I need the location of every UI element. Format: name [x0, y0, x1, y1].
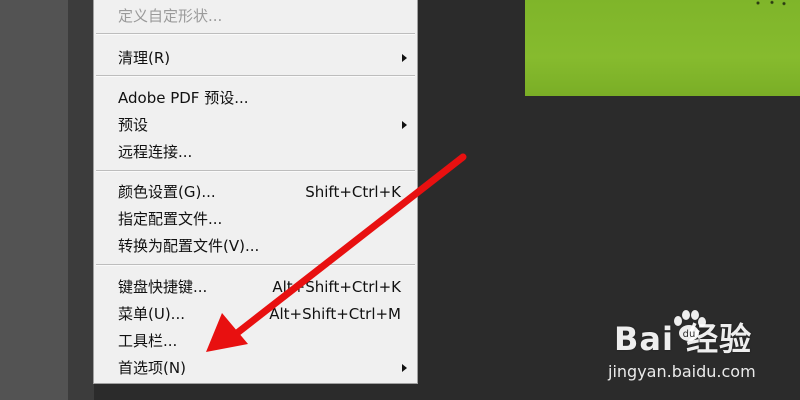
menu-item-toolbar[interactable]: 工具栏... [94, 328, 417, 354]
menu-item-label: 首选项(N) [118, 359, 186, 377]
menu-item-define-custom-shape[interactable]: 定义自定形状... [94, 3, 417, 29]
menu-item-remote-connections[interactable]: 远程连接... [94, 139, 417, 165]
submenu-arrow-icon [402, 121, 407, 129]
submenu-arrow-icon [402, 364, 407, 372]
watermark-url: jingyan.baidu.com [608, 362, 756, 381]
menu-item-label: 菜单(U)... [118, 305, 185, 323]
workspace-edge [68, 0, 94, 400]
paw-icon: du [674, 310, 706, 341]
menu-item-label: 清理(R) [118, 49, 171, 67]
left-toolbar-panel [0, 0, 68, 400]
menu-item-label: Adobe PDF 预设... [118, 89, 249, 107]
menu-item-convert-to-profile[interactable]: 转换为配置文件(V)... [94, 233, 417, 259]
menu-item-color-settings[interactable]: 颜色设置(G)... Shift+Ctrl+K [94, 179, 417, 205]
menu-item-keyboard-shortcuts[interactable]: 键盘快捷键... Alt+Shift+Ctrl+K [94, 274, 417, 300]
menu-item-shortcut: Alt+Shift+Ctrl+K [272, 278, 401, 296]
menu-item-label: 预设 [118, 116, 149, 134]
submenu-arrow-icon [402, 54, 407, 62]
menu-item-preferences[interactable]: 首选项(N) [94, 355, 417, 381]
menu-separator [96, 33, 415, 35]
menu-item-assign-profile[interactable]: 指定配置文件... [94, 206, 417, 232]
menu-item-label: 键盘快捷键... [118, 278, 208, 296]
menu-item-purge[interactable]: 清理(R) [94, 45, 417, 71]
svg-text:du: du [683, 329, 696, 340]
menu-item-menus[interactable]: 菜单(U)... Alt+Shift+Ctrl+M [94, 301, 417, 327]
menu-item-shortcut: Alt+Shift+Ctrl+M [269, 305, 401, 323]
menu-item-label: 指定配置文件... [118, 210, 223, 228]
edit-menu-dropdown: 定义自定形状... 清理(R) Adobe PDF 预设... 预设 远程连接.… [93, 0, 418, 384]
menu-item-label: 颜色设置(G)... [118, 183, 216, 201]
menu-item-label: 远程连接... [118, 143, 193, 161]
menu-separator [96, 170, 415, 172]
menu-separator [96, 75, 415, 77]
menu-item-label: 定义自定形状... [118, 7, 223, 25]
menu-item-label: 转换为配置文件(V)... [118, 237, 260, 255]
menu-item-shortcut: Shift+Ctrl+K [305, 183, 401, 201]
menu-item-presets[interactable]: 预设 [94, 112, 417, 138]
baidu-jingyan-watermark: Bai 经验 du jingyan.baidu.com [606, 310, 796, 396]
menu-separator [96, 264, 415, 266]
menu-item-label: 工具栏... [118, 332, 178, 350]
canvas-detail [750, 0, 790, 6]
menu-item-adobe-pdf-presets[interactable]: Adobe PDF 预设... [94, 85, 417, 111]
canvas-image-preview [525, 0, 800, 96]
